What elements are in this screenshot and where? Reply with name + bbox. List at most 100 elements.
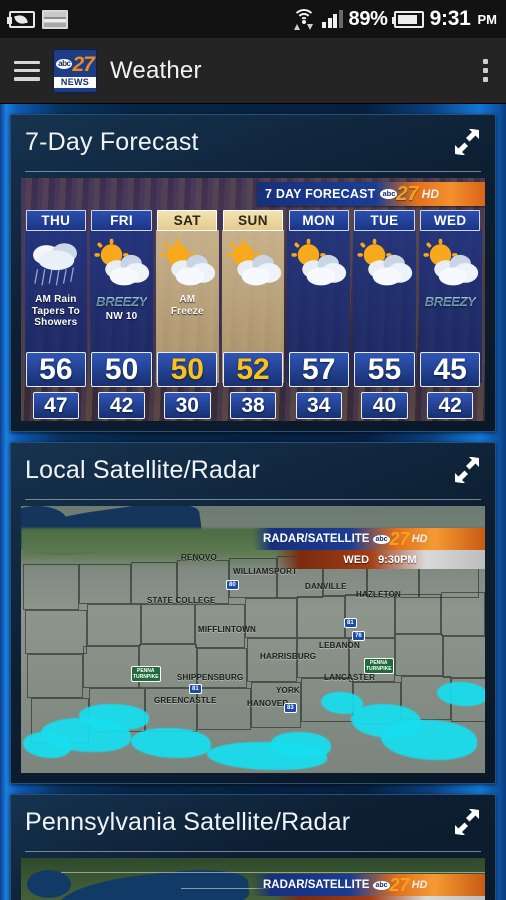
- radar-banner-text: RADAR/SATELLITE: [263, 533, 370, 545]
- sun-cloud-icon: [353, 234, 416, 292]
- city-label: STATE COLLEGE: [147, 596, 216, 605]
- city-label: DANVILLE: [305, 582, 347, 591]
- overflow-menu-icon[interactable]: [479, 55, 492, 86]
- city-label: LANCASTER: [324, 673, 376, 682]
- card-title: Local Satellite/Radar: [25, 456, 260, 484]
- high-temperature: 57: [288, 352, 349, 387]
- county-boundary: [197, 648, 247, 688]
- city-label: MIFFLINTOWN: [198, 625, 257, 634]
- low-temperature: 38: [229, 392, 277, 419]
- high-temperature: 52: [222, 352, 284, 387]
- low-temperature: 42: [426, 392, 474, 419]
- card-title: 7-Day Forecast: [25, 128, 199, 156]
- day-name-label: SUN: [222, 210, 284, 231]
- radar-timestamp: WED 9:25PM: [275, 896, 485, 900]
- expand-icon[interactable]: [453, 129, 481, 155]
- day-name-label: THU: [25, 210, 86, 231]
- day-name-label: FRI: [91, 210, 152, 231]
- county-boundary: [145, 688, 197, 732]
- forecast-day-column: TUE 55 40: [353, 210, 416, 421]
- sun-cloud-icon: [226, 238, 281, 286]
- banner-hd-text: HD: [411, 879, 428, 891]
- low-temperature: 47: [32, 392, 80, 419]
- high-temperature: 55: [354, 352, 415, 387]
- county-boundary: [395, 634, 443, 676]
- low-temperature: 40: [361, 392, 408, 419]
- radar-banner-text: RADAR/SATELLITE: [263, 879, 370, 891]
- day-name-label: SAT: [157, 210, 218, 231]
- low-temperature: 30: [164, 392, 211, 419]
- logo-news-text: NEWS: [54, 76, 96, 88]
- content-scroll-area[interactable]: 7-Day Forecast 7 DAY FORECAST abc 27 HD …: [0, 104, 506, 900]
- county-boundary: [395, 594, 441, 634]
- pennsylvania-radar-map[interactable]: RADAR/SATELLITE abc 27 HD WED 9:25PM: [21, 858, 485, 900]
- city-label: HANOVER: [247, 699, 289, 708]
- forecast-day-column: FRI BREEZY NW 10 50 42: [90, 210, 153, 421]
- banner-hd-text: HD: [411, 533, 428, 545]
- expand-icon[interactable]: [453, 809, 481, 835]
- county-boundary: [443, 636, 485, 678]
- day-name-label: TUE: [354, 210, 415, 231]
- county-boundary: [441, 592, 485, 636]
- forecast-image: 7 DAY FORECAST abc 27 HD THU AM Rain Tape…: [21, 178, 485, 421]
- day-name-label: MON: [288, 210, 349, 231]
- logo-abc-text: abc: [56, 59, 73, 69]
- page-title: Weather: [110, 56, 202, 84]
- local-radar-map[interactable]: RENOVO WILLIAMSPORT DANVILLE HAZLETON STATE …: [21, 506, 485, 773]
- county-boundary: [141, 604, 195, 644]
- radar-timestamp: WED 9:30PM: [275, 550, 485, 569]
- forecast-banner: 7 DAY FORECAST abc 27 HD: [257, 182, 485, 206]
- radar-timestamp-time: 9:30PM: [378, 553, 417, 566]
- card-local-satellite-radar[interactable]: Local Satellite/Radar RENOVO WILLIAMSPORT…: [10, 442, 496, 784]
- forecast-banner-text: 7 DAY FORECAST: [265, 187, 376, 201]
- high-temperature: 50: [91, 352, 152, 387]
- status-bar-left-icons: [7, 9, 68, 29]
- highway-shield-icon: 80: [226, 580, 239, 590]
- highway-shield-icon: 83: [284, 703, 297, 713]
- city-label: YORK: [276, 686, 300, 695]
- card-pennsylvania-satellite-radar[interactable]: Pennsylvania Satellite/Radar RADAR/SATEL…: [10, 794, 496, 900]
- high-temperature: 45: [420, 352, 481, 387]
- card-7-day-forecast[interactable]: 7-Day Forecast 7 DAY FORECAST abc 27 HD …: [10, 114, 496, 432]
- county-boundary: [87, 604, 141, 646]
- banner-abc-text: abc: [380, 189, 398, 199]
- card-header: Pennsylvania Satellite/Radar: [11, 795, 495, 845]
- card-title: Pennsylvania Satellite/Radar: [25, 808, 351, 836]
- forecast-day-column: SUN 52 38: [221, 210, 285, 421]
- sun-cloud-icon: [160, 238, 216, 286]
- hamburger-icon[interactable]: [14, 60, 40, 81]
- precipitation-blob: [131, 728, 211, 758]
- screenshot-icon: [42, 9, 68, 29]
- precipitation-blob: [207, 742, 327, 770]
- title-divider: [25, 499, 481, 500]
- sun-cloud-icon: [222, 234, 285, 292]
- status-bar-right-icons: 89% 9:31 PM: [291, 7, 497, 31]
- rain-cloud-icon: [32, 243, 77, 286]
- road-line: [61, 872, 485, 873]
- sun-cloud-icon: [156, 234, 219, 292]
- sun-cloud-icon: [419, 234, 482, 292]
- status-bar-clock: 9:31: [429, 7, 471, 30]
- expand-icon[interactable]: [453, 457, 481, 483]
- banner-hd-text: HD: [421, 187, 439, 201]
- abc27-news-logo: abc 27 NEWS: [54, 49, 96, 92]
- city-label: HARRISBURG: [260, 652, 317, 661]
- banner-27-text: 27: [389, 875, 410, 895]
- wifi-icon: [291, 9, 316, 30]
- banner-27-text: 27: [396, 183, 419, 205]
- radar-banner: RADAR/SATELLITE abc 27 HD: [253, 528, 485, 550]
- radar-image: RADAR/SATELLITE abc 27 HD WED 9:25PM: [21, 858, 485, 900]
- turnpike-marker-icon: PENNA TURNPIKE: [364, 658, 394, 674]
- title-divider: [25, 851, 481, 852]
- precipitation-blob: [381, 720, 477, 760]
- forecast-graphic[interactable]: 7 DAY FORECAST abc 27 HD THU AM Rain Tape…: [21, 178, 485, 421]
- county-boundary: [229, 558, 277, 598]
- forecast-day-columns: THU AM Rain Tapers To Showers 56 47 FRI BREEZ…: [21, 210, 485, 421]
- low-temperature: 42: [98, 392, 145, 419]
- breezy-label: BREEZY: [424, 294, 476, 309]
- forecast-day-column: THU AM Rain Tapers To Showers 56 47: [24, 210, 88, 421]
- logo-27-text: 27: [72, 52, 94, 76]
- city-label: GREENCASTLE: [154, 696, 217, 705]
- county-boundary: [197, 688, 251, 730]
- forecast-day-column: SAT AM Freeze 50 30: [155, 210, 219, 421]
